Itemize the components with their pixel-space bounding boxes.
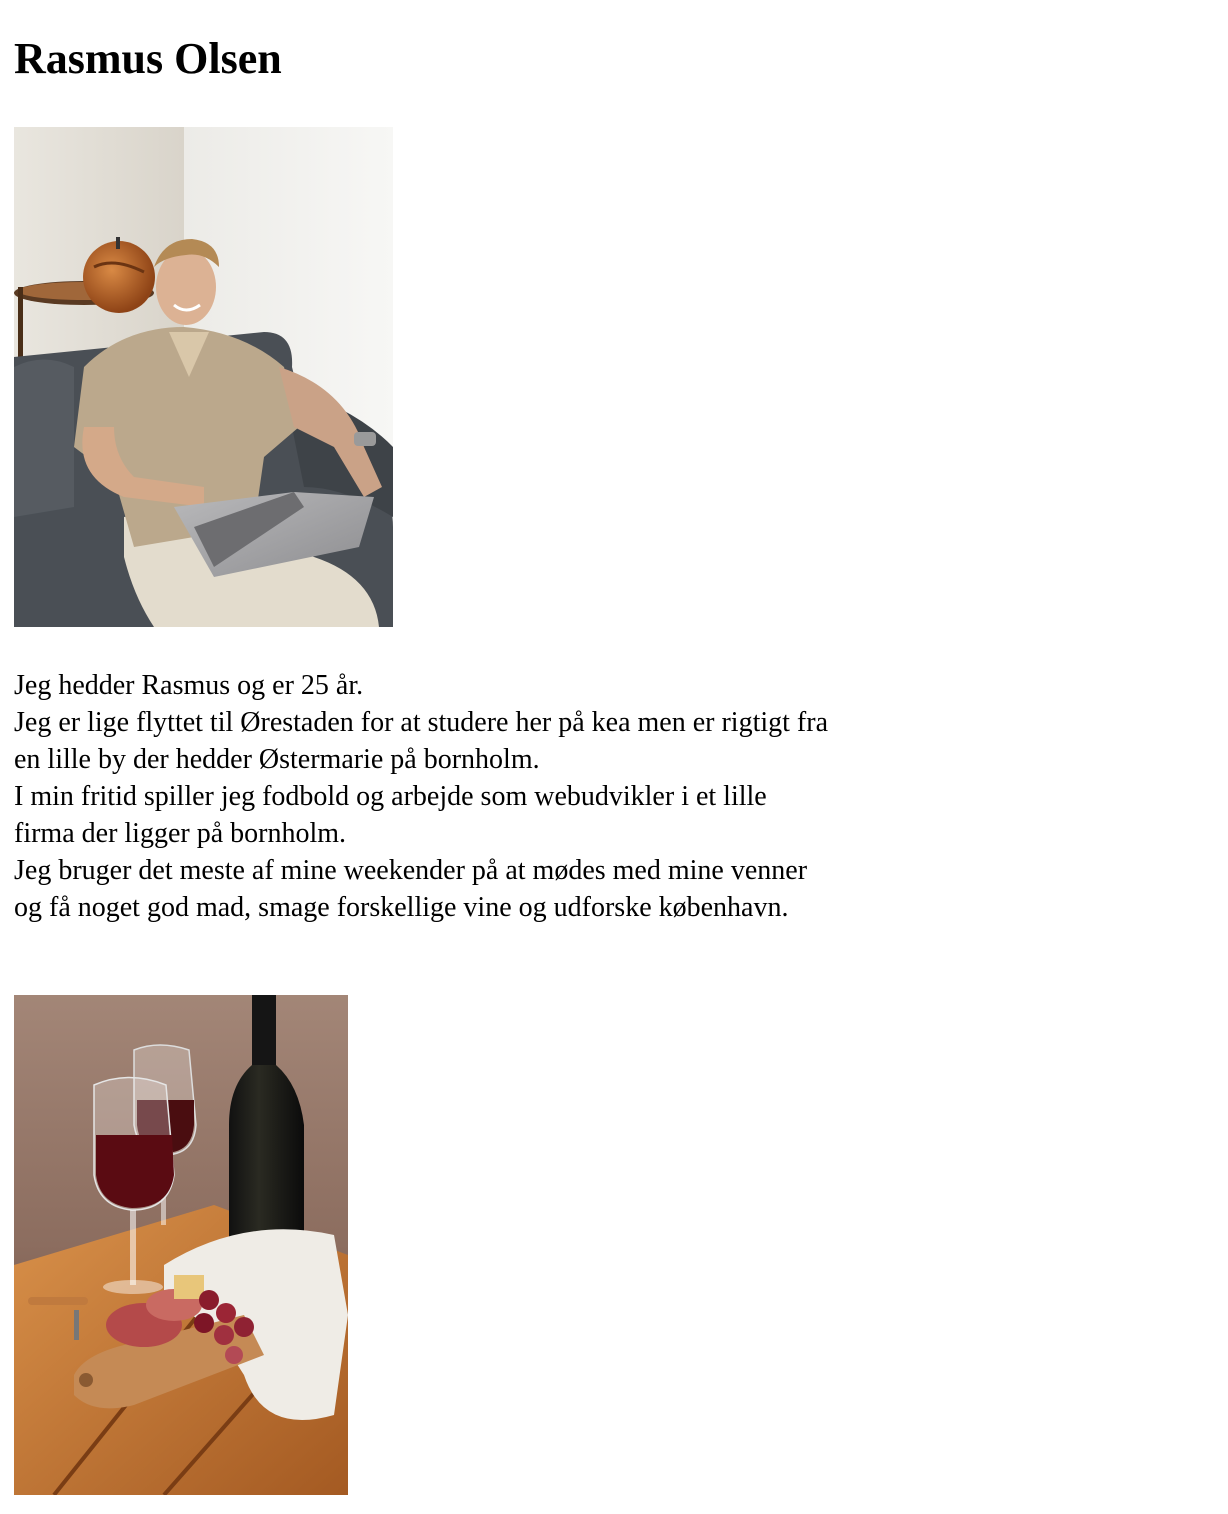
wine-photo <box>14 995 348 1495</box>
page-title: Rasmus Olsen <box>14 34 282 83</box>
bio-line-hobbies: I min fritid spiller jeg fodbold og arbe… <box>14 781 767 849</box>
bio-line-age: Jeg hedder Rasmus og er 25 år. <box>14 670 364 701</box>
bio-line-weekends: Jeg bruger det meste af mine weekender p… <box>14 855 808 923</box>
bio-text: Jeg hedder Rasmus og er 25 år. Jeg er li… <box>14 667 834 926</box>
portrait-photo <box>14 127 393 627</box>
bio-line-origin: Jeg er lige flyttet til Ørestaden for at… <box>14 707 828 775</box>
